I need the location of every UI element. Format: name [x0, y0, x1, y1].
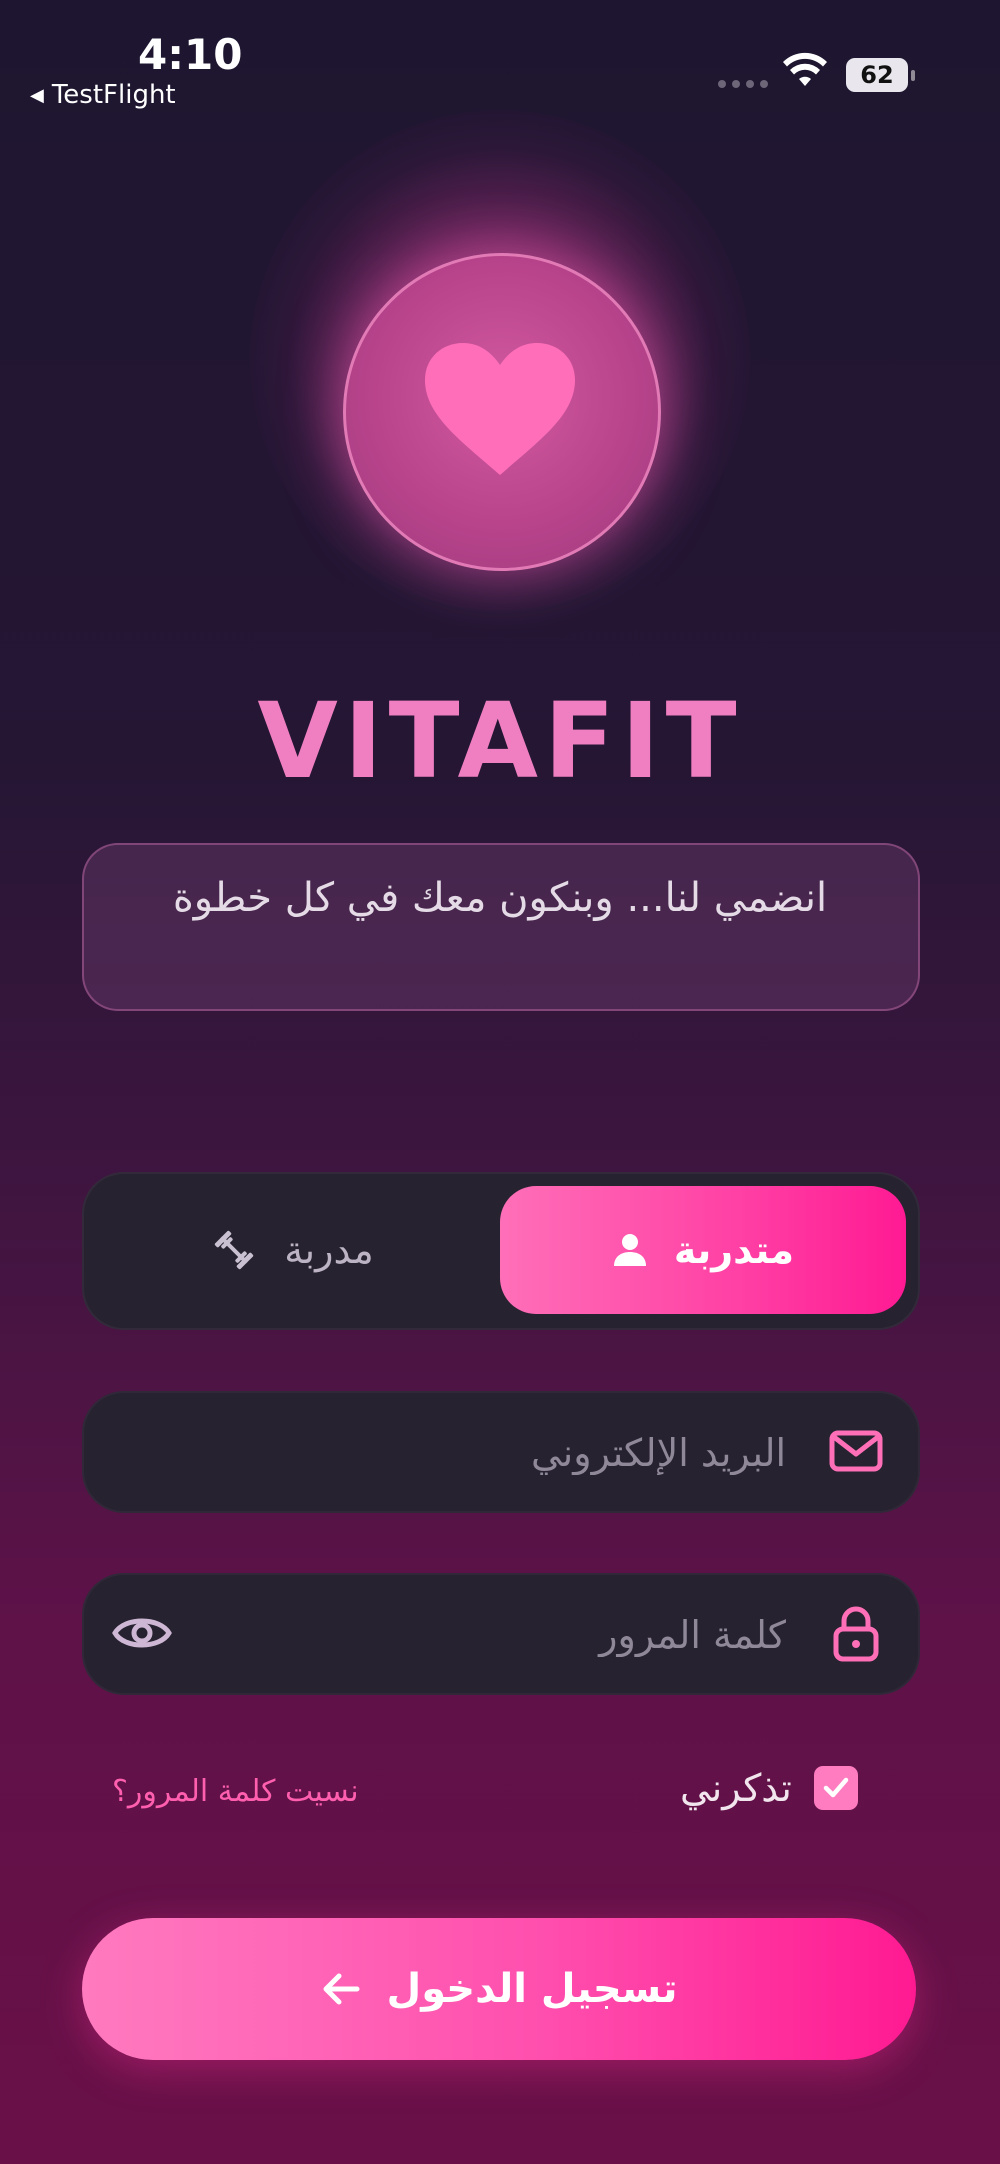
- check-icon: [823, 1777, 849, 1798]
- role-trainer-label: مدربة: [284, 1228, 374, 1272]
- remember-checkbox[interactable]: [813, 1766, 858, 1810]
- battery-indicator: 62: [846, 58, 915, 92]
- role-trainee-label: متدربة: [673, 1228, 795, 1272]
- back-to-app-link[interactable]: ◀ TestFlight: [30, 80, 176, 110]
- tagline-text: انضمي لنا... وبنكون معك في كل خطوة: [172, 875, 828, 921]
- remember-label: تذكرني: [680, 1766, 792, 1810]
- role-trainer-tab[interactable]: مدربة: [92, 1186, 492, 1314]
- user-icon: [613, 1234, 646, 1266]
- role-trainee-tab[interactable]: متدربة: [500, 1186, 906, 1314]
- password-field[interactable]: [82, 1573, 920, 1695]
- back-app-label: TestFlight: [51, 80, 176, 110]
- remember-me[interactable]: تذكرني: [680, 1766, 858, 1810]
- password-input[interactable]: [224, 1575, 788, 1695]
- wifi-icon: [783, 52, 827, 86]
- dumbbell-icon: [215, 1230, 254, 1270]
- login-button[interactable]: تسجيل الدخول: [82, 1918, 916, 2060]
- mail-icon: [829, 1430, 883, 1472]
- heart-icon: [425, 343, 575, 475]
- email-field[interactable]: [82, 1391, 920, 1513]
- email-input[interactable]: [224, 1393, 788, 1513]
- status-time: 4:10: [138, 30, 243, 79]
- login-label: تسجيل الدخول: [386, 1966, 678, 2012]
- forgot-password-link[interactable]: نسيت كلمة المرور؟: [112, 1774, 359, 1809]
- lock-icon: [833, 1606, 879, 1662]
- back-triangle-icon: ◀: [30, 84, 44, 106]
- arrow-left-icon: [323, 1973, 360, 2005]
- signal-dots-icon: [718, 80, 768, 88]
- brand-title: VITAFIT: [257, 680, 743, 802]
- eye-icon[interactable]: [112, 1605, 172, 1661]
